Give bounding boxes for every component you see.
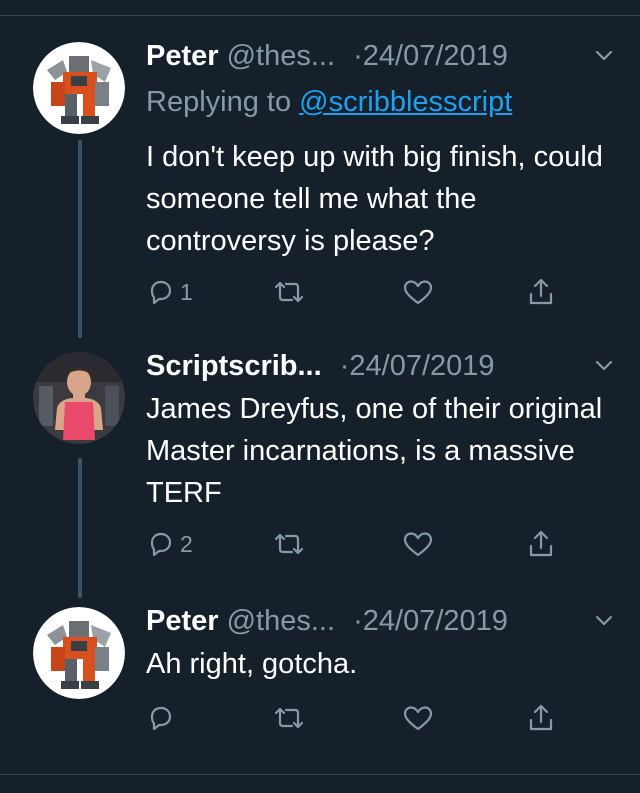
share-icon (529, 704, 553, 731)
person-avatar-icon (33, 352, 125, 444)
separator-dot: · (353, 605, 363, 637)
robot-avatar-icon (33, 42, 125, 134)
share-button[interactable] (526, 272, 556, 312)
like-button[interactable] (402, 272, 434, 312)
retweet-button[interactable] (272, 524, 306, 564)
avatar[interactable] (33, 42, 125, 134)
retweet-button[interactable] (272, 698, 306, 738)
like-icon (403, 706, 433, 731)
like-icon (403, 280, 433, 305)
chevron-down-icon[interactable] (592, 609, 616, 633)
retweet-icon (274, 707, 304, 729)
avatar[interactable] (33, 352, 125, 444)
like-icon (403, 532, 433, 557)
tweet-date[interactable]: 24/07/2019 (363, 605, 508, 637)
like-button[interactable] (402, 698, 434, 738)
reply-icon (150, 280, 172, 305)
top-divider (0, 15, 640, 16)
like-button[interactable] (402, 524, 434, 564)
thread-connector-line (78, 140, 82, 338)
tweet-header: Scriptscrib... ·24/07/2019 (146, 348, 616, 384)
reply-button[interactable] (146, 698, 176, 738)
display-name[interactable]: Peter (146, 605, 219, 637)
tweet-header: Peter @thes... ·24/07/2019 (146, 38, 616, 74)
reply-icon (150, 706, 172, 731)
reply-button[interactable]: 1 (146, 272, 193, 312)
chevron-down-icon[interactable] (592, 354, 616, 378)
tweet-actions: 2 (146, 524, 576, 564)
reply-button[interactable]: 2 (146, 524, 193, 564)
chevron-down-icon[interactable] (592, 44, 616, 68)
tweet-text: Ah right, gotcha. (146, 648, 358, 680)
replying-to-line: Replying to @scribblesscript (146, 84, 512, 120)
share-button[interactable] (526, 698, 556, 738)
retweet-icon (274, 533, 304, 555)
share-button[interactable] (526, 524, 556, 564)
user-handle[interactable]: @thes... (227, 605, 335, 637)
tweet-text: James Dreyfus, one of their original Mas… (146, 393, 603, 509)
display-name[interactable]: Scriptscrib... (146, 350, 322, 382)
tweet-actions (146, 698, 576, 738)
avatar[interactable] (33, 607, 125, 699)
share-icon (529, 278, 553, 305)
reply-icon (150, 532, 172, 557)
replying-to-label: Replying to (146, 86, 292, 118)
reply-count: 1 (180, 278, 193, 305)
tweet-header: Peter @thes... ·24/07/2019 (146, 603, 616, 639)
tweet-actions: 1 (146, 272, 576, 312)
separator-dot: · (353, 40, 363, 72)
user-handle[interactable]: @thes... (227, 40, 335, 72)
robot-avatar-icon (33, 607, 125, 699)
retweet-icon (274, 281, 304, 303)
reply-count: 2 (180, 530, 193, 557)
tweet-date[interactable]: 24/07/2019 (349, 350, 494, 382)
share-icon (529, 530, 553, 557)
replying-to-link[interactable]: @scribblesscript (299, 86, 512, 118)
tweet-text: I don't keep up with big finish, could s… (146, 141, 603, 257)
tweet-date[interactable]: 24/07/2019 (363, 40, 508, 72)
retweet-button[interactable] (272, 272, 306, 312)
thread-connector-line (78, 458, 82, 598)
bottom-divider (0, 774, 640, 775)
separator-dot: · (339, 350, 350, 382)
display-name[interactable]: Peter (146, 40, 219, 72)
